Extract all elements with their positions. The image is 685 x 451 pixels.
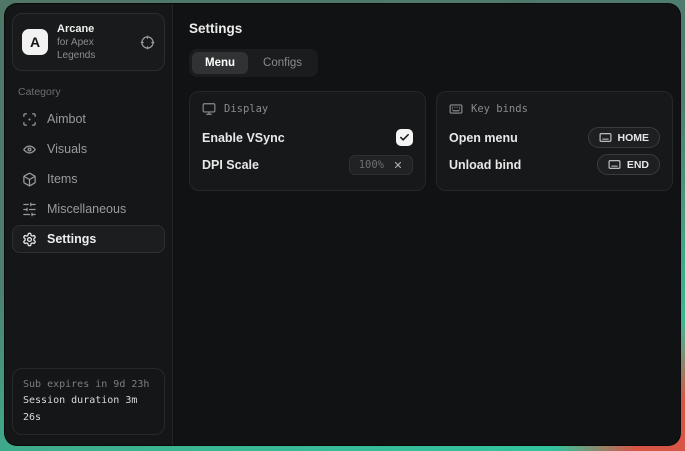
setting-label: Enable VSync bbox=[202, 131, 285, 145]
sliders-icon bbox=[22, 202, 37, 217]
dpi-scale-input[interactable]: 100% bbox=[349, 155, 413, 175]
eye-icon bbox=[22, 142, 37, 157]
sidebar-item-items[interactable]: Items bbox=[12, 165, 165, 193]
brand-subtitle: for Apex Legends bbox=[57, 36, 131, 62]
keybind-value: END bbox=[627, 159, 649, 171]
brand-card: A Arcane for Apex Legends bbox=[12, 13, 165, 71]
clear-icon[interactable] bbox=[393, 160, 403, 170]
keybinds-card-title: Key binds bbox=[471, 103, 528, 115]
keyboard-icon bbox=[599, 131, 612, 144]
crosshair-scan-icon bbox=[22, 112, 37, 127]
sidebar-item-label: Items bbox=[47, 172, 78, 186]
setting-row-dpi: DPI Scale 100% bbox=[202, 151, 413, 178]
unload-keybind-button[interactable]: END bbox=[597, 154, 660, 175]
display-card-header: Display bbox=[202, 102, 413, 116]
sidebar-item-label: Settings bbox=[47, 232, 96, 246]
dpi-scale-value: 100% bbox=[359, 159, 384, 171]
setting-row-vsync: Enable VSync bbox=[202, 124, 413, 151]
keyboard-icon bbox=[608, 158, 621, 171]
sidebar-item-settings[interactable]: Settings bbox=[12, 225, 165, 253]
check-icon bbox=[399, 132, 410, 143]
sidebar-item-aimbot[interactable]: Aimbot bbox=[12, 105, 165, 133]
keyboard-icon bbox=[449, 102, 463, 116]
main-content: Settings Menu Configs Display Enable VSy… bbox=[173, 4, 680, 445]
sidebar-item-label: Visuals bbox=[47, 142, 87, 156]
sidebar-item-miscellaneous[interactable]: Miscellaneous bbox=[12, 195, 165, 223]
sidebar-nav: Aimbot Visuals Items bbox=[12, 105, 165, 253]
package-icon bbox=[22, 172, 37, 187]
display-card-title: Display bbox=[224, 103, 268, 115]
session-duration-text: Session duration 3m 26s bbox=[23, 393, 154, 426]
crosshair-target-icon[interactable] bbox=[140, 35, 155, 50]
brand-logo: A bbox=[22, 29, 48, 55]
setting-label: DPI Scale bbox=[202, 158, 259, 172]
app-window: A Arcane for Apex Legends Category bbox=[5, 4, 680, 445]
sidebar-item-label: Miscellaneous bbox=[47, 202, 126, 216]
setting-label: Unload bind bbox=[449, 158, 521, 172]
gear-icon bbox=[22, 232, 37, 247]
keybinds-card-header: Key binds bbox=[449, 102, 660, 116]
setting-row-unload-bind: Unload bind END bbox=[449, 151, 660, 178]
monitor-icon bbox=[202, 102, 216, 116]
tab-configs[interactable]: Configs bbox=[250, 52, 315, 74]
keybind-value: HOME bbox=[618, 132, 650, 144]
sidebar-item-label: Aimbot bbox=[47, 112, 86, 126]
category-label: Category bbox=[18, 86, 159, 98]
sidebar: A Arcane for Apex Legends Category bbox=[5, 4, 173, 445]
brand-text: Arcane for Apex Legends bbox=[57, 22, 131, 62]
open-menu-keybind-button[interactable]: HOME bbox=[588, 127, 661, 148]
sub-expires-text: Sub expires in 9d 23h bbox=[23, 377, 154, 394]
tab-menu[interactable]: Menu bbox=[192, 52, 248, 74]
vsync-checkbox[interactable] bbox=[396, 129, 413, 146]
settings-cards: Display Enable VSync DPI Scale bbox=[189, 91, 673, 191]
keybinds-card: Key binds Open menu HOME Unload bind bbox=[436, 91, 673, 191]
page-title: Settings bbox=[189, 21, 673, 36]
display-card: Display Enable VSync DPI Scale bbox=[189, 91, 426, 191]
setting-row-open-menu: Open menu HOME bbox=[449, 124, 660, 151]
brand-name: Arcane bbox=[57, 22, 131, 36]
setting-label: Open menu bbox=[449, 131, 518, 145]
subscription-info-card: Sub expires in 9d 23h Session duration 3… bbox=[12, 368, 165, 436]
sidebar-item-visuals[interactable]: Visuals bbox=[12, 135, 165, 163]
tab-group: Menu Configs bbox=[189, 49, 318, 77]
